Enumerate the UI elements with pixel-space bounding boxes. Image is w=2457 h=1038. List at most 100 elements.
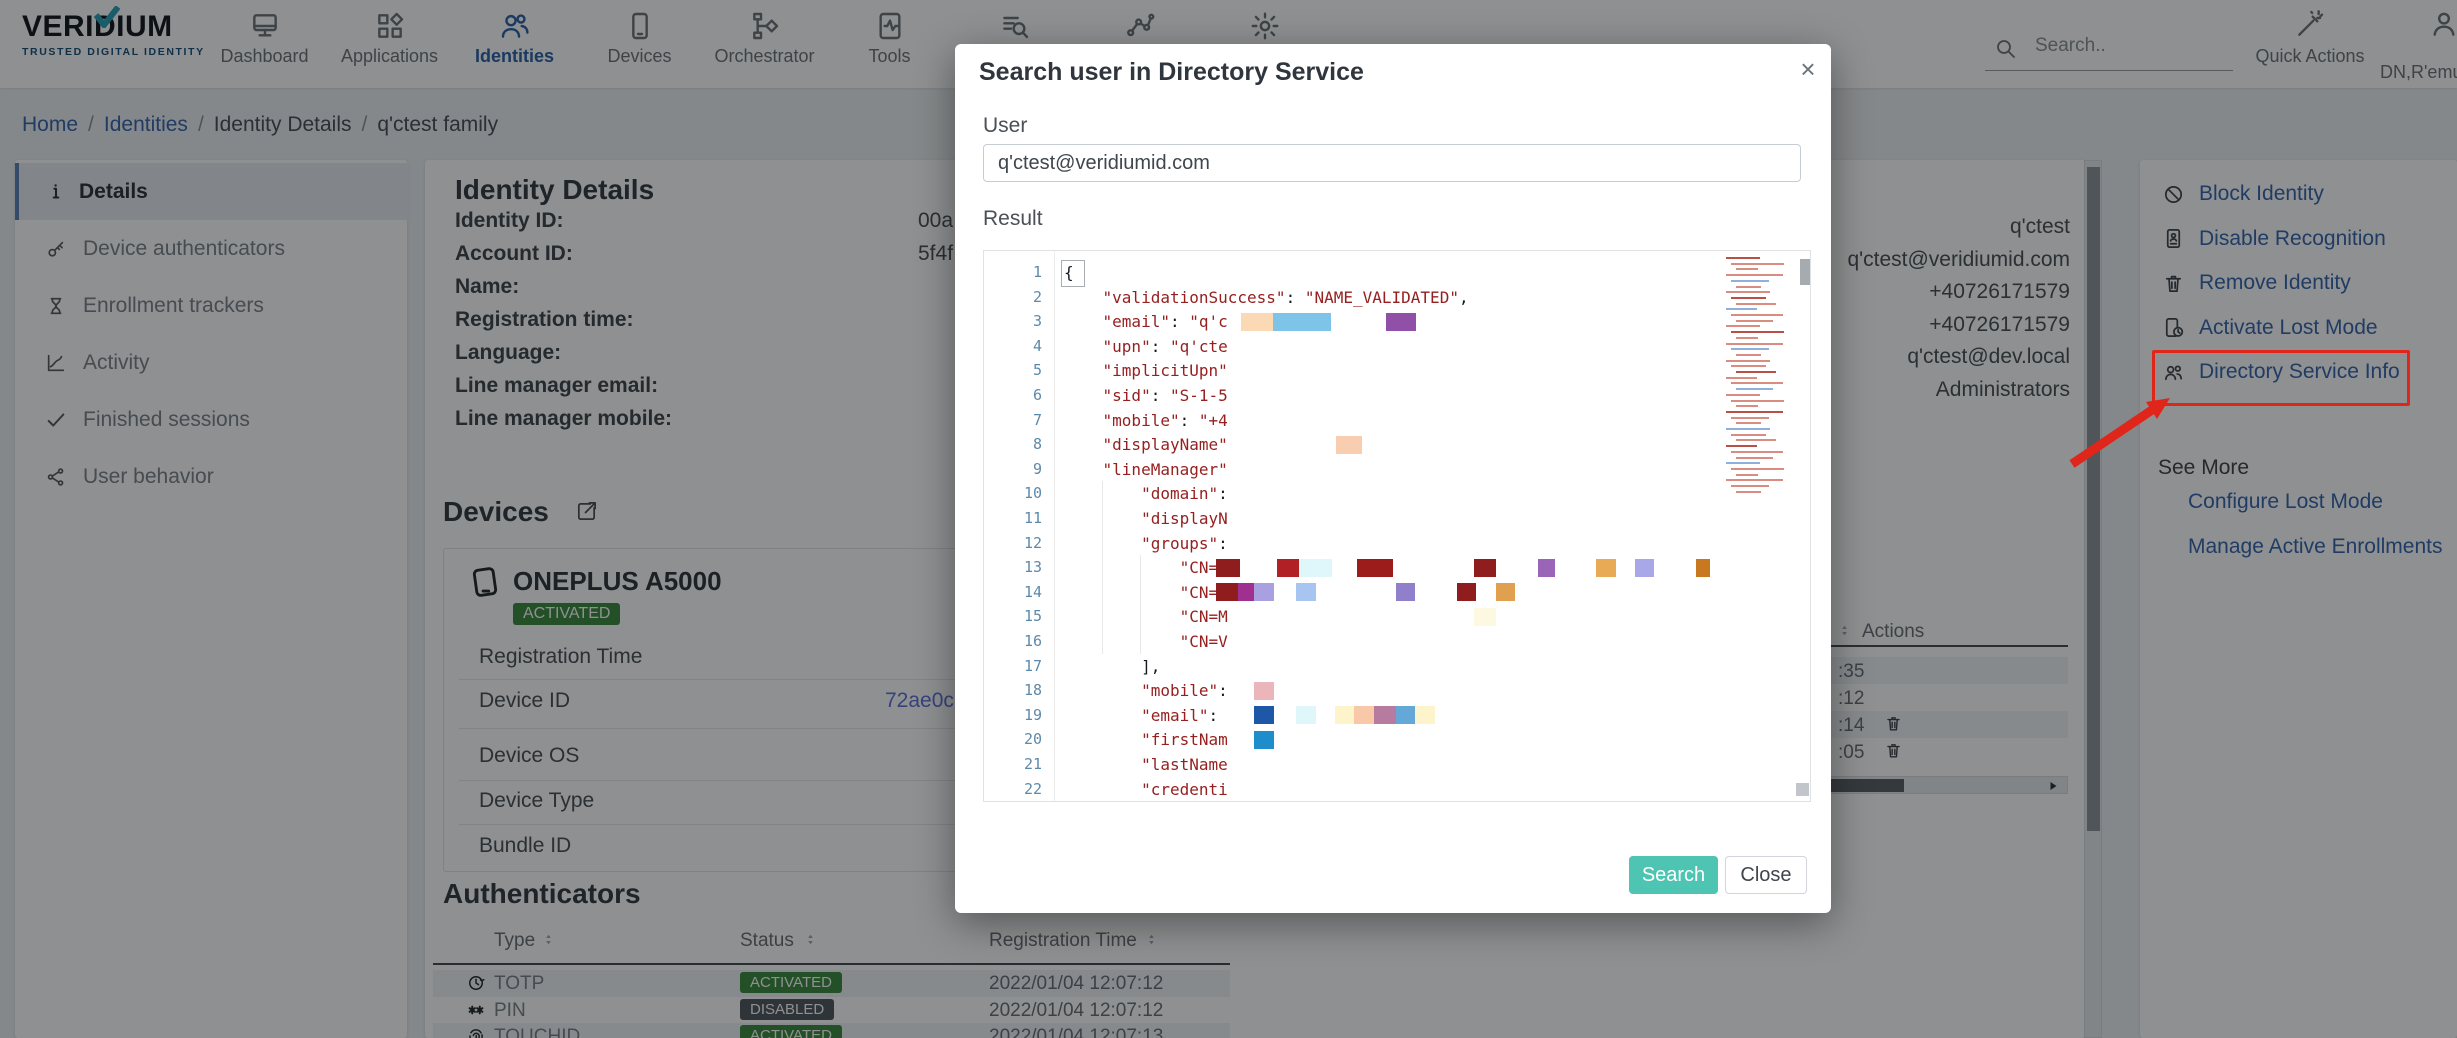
redaction-block [1474,608,1496,626]
redaction-block [1254,682,1274,700]
editor-vertical-scrollbar-thumb[interactable] [1800,259,1810,285]
redaction-block [1238,583,1254,601]
editor-scroll-corner [1796,783,1809,796]
code-line: ], [1064,654,1160,679]
redaction-block [1374,706,1396,724]
line-number: 12 [984,531,1042,556]
code-line: "mobile": [1064,678,1228,703]
line-number: 10 [984,481,1042,506]
line-number: 13 [984,555,1042,580]
code-line: "mobile": "+4 [1064,408,1228,433]
minimap-line [1736,354,1761,356]
redaction-block [1335,706,1354,724]
line-number: 3 [984,309,1042,334]
code-line: "email": [1064,703,1218,728]
redaction-block [1336,436,1362,454]
redaction-block [1254,583,1274,601]
minimap-line [1731,400,1784,402]
minimap-line [1731,331,1784,333]
redaction-block [1386,313,1416,331]
minimap-line [1726,428,1770,430]
code-line: "CN=D [1064,580,1228,605]
minimap-line [1726,325,1760,327]
minimap-line [1731,348,1769,350]
minimap-line [1731,468,1784,470]
code-line: "CN=V [1064,555,1228,580]
minimap-line [1726,343,1783,345]
minimap-line [1731,451,1783,453]
redaction-block [1241,313,1273,331]
line-number: 16 [984,629,1042,654]
minimap-line [1736,268,1758,270]
minimap-line [1736,491,1761,493]
code-line: "CN=M [1064,604,1228,629]
minimap-line [1731,365,1766,367]
line-number: 4 [984,334,1042,359]
line-number: 11 [984,506,1042,531]
minimap-line [1736,422,1761,424]
code-line: "displayN [1064,506,1228,531]
minimap-line [1726,308,1757,310]
minimap-line [1736,371,1776,373]
line-number: 7 [984,408,1042,433]
modal-close-icon[interactable]: × [1793,54,1823,85]
minimap-line [1726,462,1760,464]
redaction-block [1254,731,1274,749]
minimap-line [1726,479,1783,481]
line-number: 18 [984,678,1042,703]
result-label: Result [983,207,1043,231]
line-number: 19 [984,703,1042,728]
redaction-block [1216,559,1240,577]
code-line: "upn": "q'cte [1064,334,1228,359]
minimap-line [1736,286,1761,288]
code-line: "displayName" [1064,432,1228,457]
line-number: 2 [984,285,1042,310]
line-number: 22 [984,777,1042,802]
minimap-line [1726,274,1783,276]
minimap-line [1736,405,1758,407]
code-line: "lineManager" [1064,457,1228,482]
minimap-line [1731,314,1783,316]
minimap [1726,257,1790,507]
page: VERIDIUM TRUSTED DIGITAL IDENTITY Dashbo… [0,0,2457,1038]
search-button[interactable]: Search [1629,856,1718,894]
line-number: 15 [984,604,1042,629]
line-number: 5 [984,358,1042,383]
code-line: "CN=V [1064,629,1228,654]
redaction-block [1457,583,1476,601]
minimap-line [1726,257,1760,259]
redaction-block [1415,706,1435,724]
minimap-line [1726,377,1757,379]
minimap-line [1726,394,1760,396]
line-number: 17 [984,654,1042,679]
code-line: "validationSuccess": "NAME_VALIDATED", [1064,285,1469,310]
code-line: "sid": "S-1-5 [1064,383,1228,408]
redaction-block [1538,559,1555,577]
line-number: 14 [984,580,1042,605]
gutter-separator [1054,251,1055,801]
redaction-block [1299,559,1332,577]
minimap-line [1736,439,1776,441]
user-field-label: User [983,114,1027,138]
redaction-block [1254,706,1274,724]
directory-search-modal: Search user in Directory Service × User … [955,44,1831,913]
code-line: "lastName [1064,752,1228,777]
minimap-line [1726,411,1783,413]
line-number: 6 [984,383,1042,408]
minimap-line [1731,297,1766,299]
code-line: { [1064,260,1074,285]
line-number: 20 [984,727,1042,752]
redaction-block [1273,313,1331,331]
redaction-block [1354,706,1374,724]
minimap-line [1731,485,1769,487]
redaction-block [1474,559,1496,577]
minimap-line [1726,445,1757,447]
close-button[interactable]: Close [1725,856,1807,894]
result-code-editor[interactable]: 1{2 "validationSuccess": "NAME_VALIDATED… [983,250,1811,802]
redaction-block [1296,583,1316,601]
annotation-highlight-box [2152,350,2410,406]
annotation-arrow [2056,390,2180,474]
code-line: "implicitUpn" [1064,358,1228,383]
user-search-input[interactable] [983,144,1801,182]
minimap-line [1736,388,1773,390]
